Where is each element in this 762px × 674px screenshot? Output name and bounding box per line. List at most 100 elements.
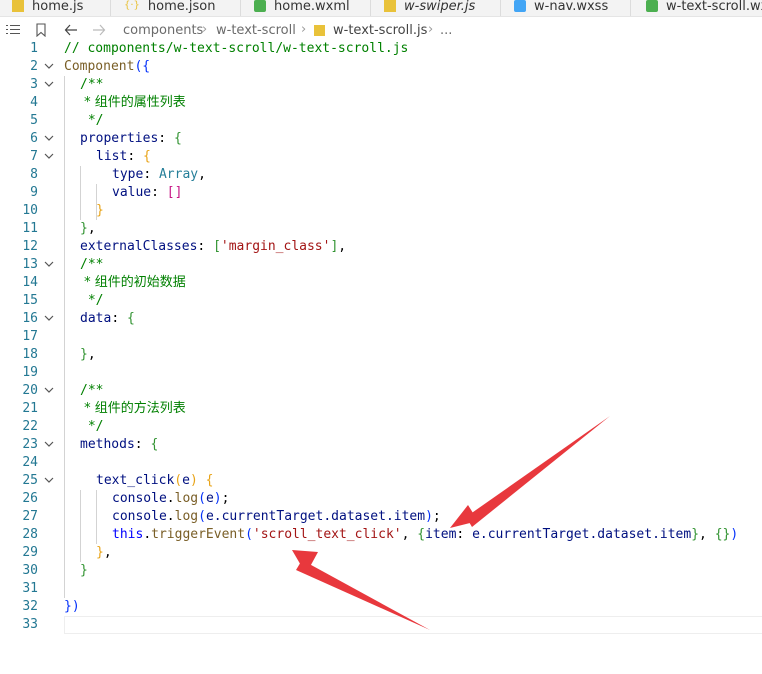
line-number: 25 [22,473,38,488]
code-line: 21 * 组件的方法列表 [0,400,762,418]
tab-w-text-scroll-wxml[interactable]: w-text-scroll.wx [646,0,762,16]
code-line: 3 /** [0,76,762,94]
code-text: console.log(e); [112,491,230,506]
code-comment: /** [80,77,104,92]
js-file-icon [314,25,325,36]
json-file-icon: {·} [124,0,140,11]
code-text: data: { [80,311,135,326]
line-number: 20 [22,383,38,398]
tab-separator [630,0,631,16]
line-number: 9 [30,185,38,200]
line-number: 27 [22,509,38,524]
code-line: 2 Component({ [0,58,762,76]
code-text: this.triggerEvent('scroll_text_click', {… [112,527,739,542]
code-comment: // components/w-text-scroll/w-text-scrol… [64,41,409,56]
code-comment: * 组件的初始数据 [80,275,186,290]
breadcrumb-item-file[interactable]: w-text-scroll.js [333,23,427,38]
code-line: 19 [0,364,762,382]
arrow-left-icon[interactable] [64,23,78,41]
code-text: console.log(e.currentTarget.dataset.item… [112,509,441,524]
chevron-down-icon[interactable] [44,76,56,94]
code-line: 11 }, [0,220,762,238]
line-number: 28 [22,527,38,542]
line-number: 11 [22,221,38,236]
code-line: 26 console.log(e); [0,490,762,508]
code-line: 20 /** [0,382,762,400]
tab-w-nav-wxss[interactable]: w-nav.wxss [514,0,608,16]
arrow-right-icon[interactable] [92,23,106,41]
code-line: 6 properties: { [0,130,762,148]
code-line: 31 [0,580,762,598]
tab-separator [370,0,371,16]
code-line: 9 value: [] [0,184,762,202]
code-text: }) [64,599,80,614]
code-line: 10 } [0,202,762,220]
chevron-down-icon[interactable] [44,436,56,454]
line-number: 8 [30,167,38,182]
tab-home-wxml[interactable]: home.wxml [254,0,350,16]
wxml-file-icon [646,0,658,12]
code-text: } [80,563,88,578]
chevron-right-icon: › [301,22,307,37]
tab-separator [110,0,111,16]
line-number: 33 [22,617,38,632]
chevron-down-icon[interactable] [44,310,56,328]
line-number: 2 [30,59,38,74]
breadcrumb-item-more[interactable]: ... [440,23,452,38]
code-line: 24 [0,454,762,472]
line-number: 26 [22,491,38,506]
code-comment: /** [80,383,104,398]
chevron-down-icon[interactable] [44,382,56,400]
breadcrumb: components › w-text-scroll › w-text-scro… [0,20,762,42]
breadcrumb-item-folder[interactable]: w-text-scroll [216,23,296,38]
tab-separator [240,0,241,16]
line-number: 3 [30,77,38,92]
code-line: 32 }) [0,598,762,616]
line-number: 22 [22,419,38,434]
code-text: } [96,203,104,218]
tab-separator [500,0,501,16]
js-file-icon [12,0,24,12]
line-number: 16 [22,311,38,326]
editor-tab-bar: home.js {·} home.json home.wxml w-swiper… [0,0,762,17]
tab-w-swiper-js[interactable]: w-swiper.js [384,0,475,16]
chevron-down-icon[interactable] [44,256,56,274]
line-number: 12 [22,239,38,254]
chevron-down-icon[interactable] [44,148,56,166]
code-line: 15 */ [0,292,762,310]
code-line: 25 text_click(e) { [0,472,762,490]
code-editor[interactable]: 1 // components/w-text-scroll/w-text-scr… [0,40,762,640]
list-icon[interactable] [6,24,20,40]
code-line: 13 /** [0,256,762,274]
line-number: 24 [22,455,38,470]
code-text: type: Array, [112,167,206,182]
line-number: 19 [22,365,38,380]
code-comment: /** [80,257,104,272]
code-line: 16 data: { [0,310,762,328]
code-comment: */ [80,113,104,128]
line-number: 23 [22,437,38,452]
bookmark-icon[interactable] [36,23,46,41]
code-line: 4 * 组件的属性列表 [0,94,762,112]
chevron-down-icon[interactable] [44,58,56,76]
code-comment: * 组件的属性列表 [80,95,186,110]
code-comment: * 组件的方法列表 [80,401,186,416]
breadcrumb-item-components[interactable]: components [123,23,203,38]
code-line: 12 externalClasses: ['margin_class'], [0,238,762,256]
code-text: methods: { [80,437,159,452]
code-text: Component({ [64,59,151,74]
code-line: 14 * 组件的初始数据 [0,274,762,292]
code-text: }, [80,347,96,362]
line-number: 14 [22,275,38,290]
line-number: 7 [30,149,38,164]
code-comment: */ [80,293,104,308]
line-number: 4 [30,95,38,110]
code-line: 18 }, [0,346,762,364]
code-line: 22 */ [0,418,762,436]
chevron-down-icon[interactable] [44,472,56,490]
code-line: 29 }, [0,544,762,562]
tab-home-json[interactable]: {·} home.json [124,0,215,16]
code-line: 28 this.triggerEvent('scroll_text_click'… [0,526,762,544]
tab-home-js[interactable]: home.js [12,0,83,16]
chevron-down-icon[interactable] [44,130,56,148]
